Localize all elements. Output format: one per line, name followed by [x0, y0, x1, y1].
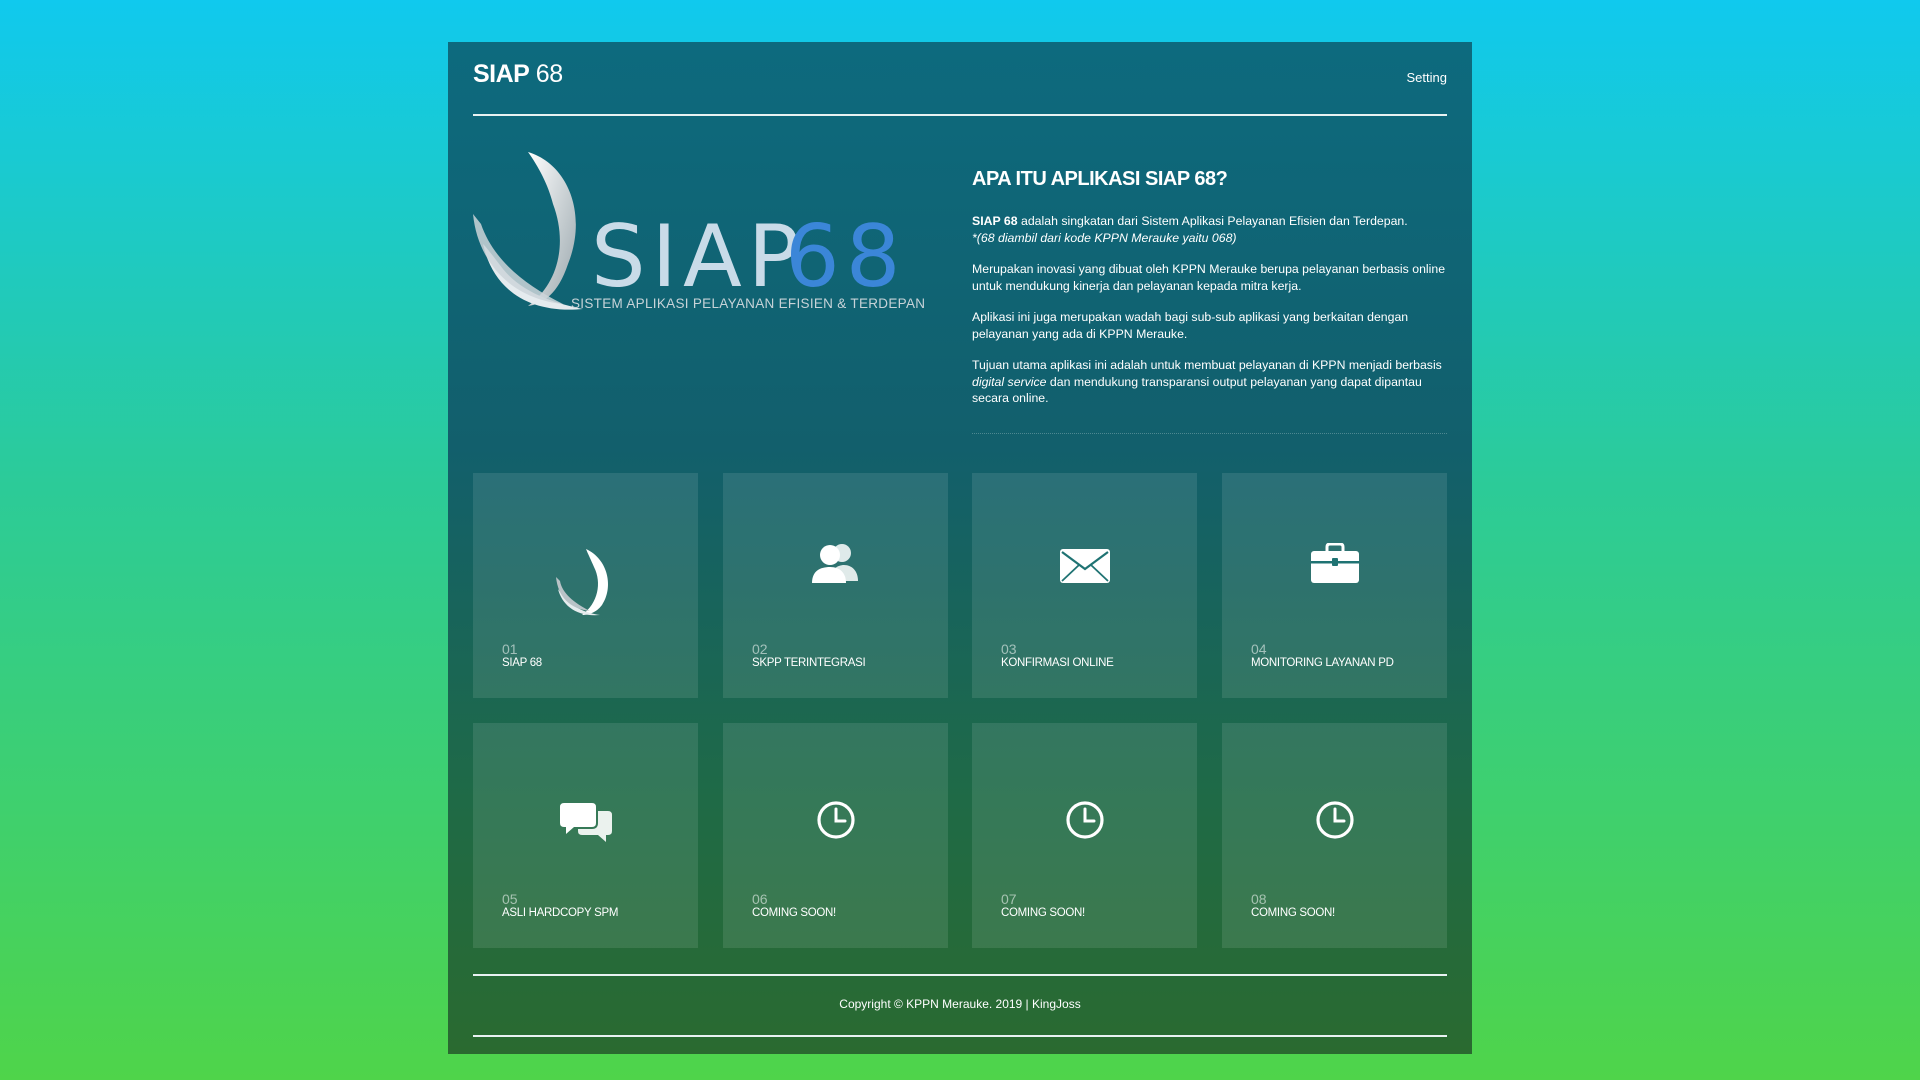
footer-copyright: Copyright © KPPN Merauke. 2019 | KingJos… [839, 997, 1081, 1011]
logo-wordmark-left: SIAP [591, 207, 806, 307]
briefcase-icon [1310, 543, 1359, 583]
tile-number: 02 [752, 641, 768, 657]
main-panel: SIAP 68 Setting SIAP 68 SISTEM APLIKASI … [448, 42, 1472, 1054]
tile-number: 07 [1001, 891, 1017, 907]
tile-skpp-terintegrasi[interactable]: 02 SKPP TERINTEGRASI [723, 473, 948, 698]
tile-label: SIAP 68 [502, 657, 542, 669]
tile-siap-68[interactable]: 01 SIAP 68 [473, 473, 698, 698]
siap-hero-logo: SIAP 68 SISTEM APLIKASI PELAYANAN EFISIE… [473, 144, 943, 354]
chat-icon [559, 803, 612, 842]
brand-rest: 68 [529, 60, 563, 88]
clock-icon [1315, 801, 1354, 839]
tile-label: COMING SOON! [1251, 907, 1335, 919]
tile-number: 05 [502, 891, 518, 907]
envelope-icon [1059, 549, 1110, 583]
about-p1-bold: SIAP 68 [972, 214, 1018, 228]
tile-number: 06 [752, 891, 768, 907]
about-section: APA ITU APLIKASI SIAP 68? SIAP 68 adalah… [972, 168, 1447, 434]
about-paragraph-2: Merupakan inovasi yang dibuat oleh KPPN … [972, 262, 1446, 293]
tile-label: COMING SOON! [1001, 907, 1085, 919]
tile-number: 03 [1001, 641, 1017, 657]
siap-logo-icon [555, 549, 608, 616]
header: SIAP 68 Setting [473, 42, 1447, 116]
tile-label: COMING SOON! [752, 907, 836, 919]
brand[interactable]: SIAP 68 [473, 60, 563, 89]
footer-divider-bottom [473, 1035, 1447, 1037]
users-icon [811, 544, 858, 583]
tile-label: ASLI HARDCOPY SPM [502, 907, 619, 919]
about-paragraph-1: SIAP 68 adalah singkatan dari Sistem Apl… [972, 213, 1447, 246]
tile-number: 04 [1251, 641, 1267, 657]
about-paragraph-3: Aplikasi ini juga merupakan wadah bagi s… [972, 310, 1409, 341]
about-divider [972, 432, 1447, 434]
tile-konfirmasi-online[interactable]: 03 KONFIRMASI ONLINE [972, 473, 1197, 698]
logo-wordmark-right: 68 [785, 207, 906, 307]
clock-icon [1065, 801, 1104, 839]
tile-asli-hardcopy-spm[interactable]: 05 ASLI HARDCOPY SPM [473, 723, 698, 948]
tile-monitoring-layanan-pd[interactable]: 04 MONITORING LAYANAN PD [1222, 473, 1447, 698]
brand-bold: SIAP [473, 60, 530, 88]
about-paragraph-4: Tujuan utama aplikasi ini adalah untuk m… [972, 357, 1447, 407]
tile-coming-soon-07[interactable]: 07 COMING SOON! [972, 723, 1197, 948]
about-p1-note: *(68 diambil dari kode KPPN Merauke yait… [972, 230, 1237, 245]
tile-number: 01 [502, 641, 518, 657]
footer-divider-top [473, 974, 1447, 976]
about-title: APA ITU APLIKASI SIAP 68? [972, 168, 1228, 190]
logo-tagline: SISTEM APLIKASI PELAYANAN EFISIEN & TERD… [571, 296, 925, 311]
tile-coming-soon-08[interactable]: 08 COMING SOON! [1222, 723, 1447, 948]
tile-number: 08 [1251, 891, 1267, 907]
tile-label: MONITORING LAYANAN PD [1251, 657, 1394, 669]
tile-label: SKPP TERINTEGRASI [752, 657, 866, 669]
clock-icon [816, 801, 855, 839]
about-p4-start: Tujuan utama aplikasi ini adalah untuk m… [972, 358, 1442, 372]
tile-coming-soon-06[interactable]: 06 COMING SOON! [723, 723, 948, 948]
about-p4-italic: digital service [972, 374, 1047, 389]
tile-label: KONFIRMASI ONLINE [1001, 657, 1114, 669]
setting-link[interactable]: Setting [1407, 70, 1447, 85]
about-p1-rest: adalah singkatan dari Sistem Aplikasi Pe… [1017, 214, 1408, 228]
